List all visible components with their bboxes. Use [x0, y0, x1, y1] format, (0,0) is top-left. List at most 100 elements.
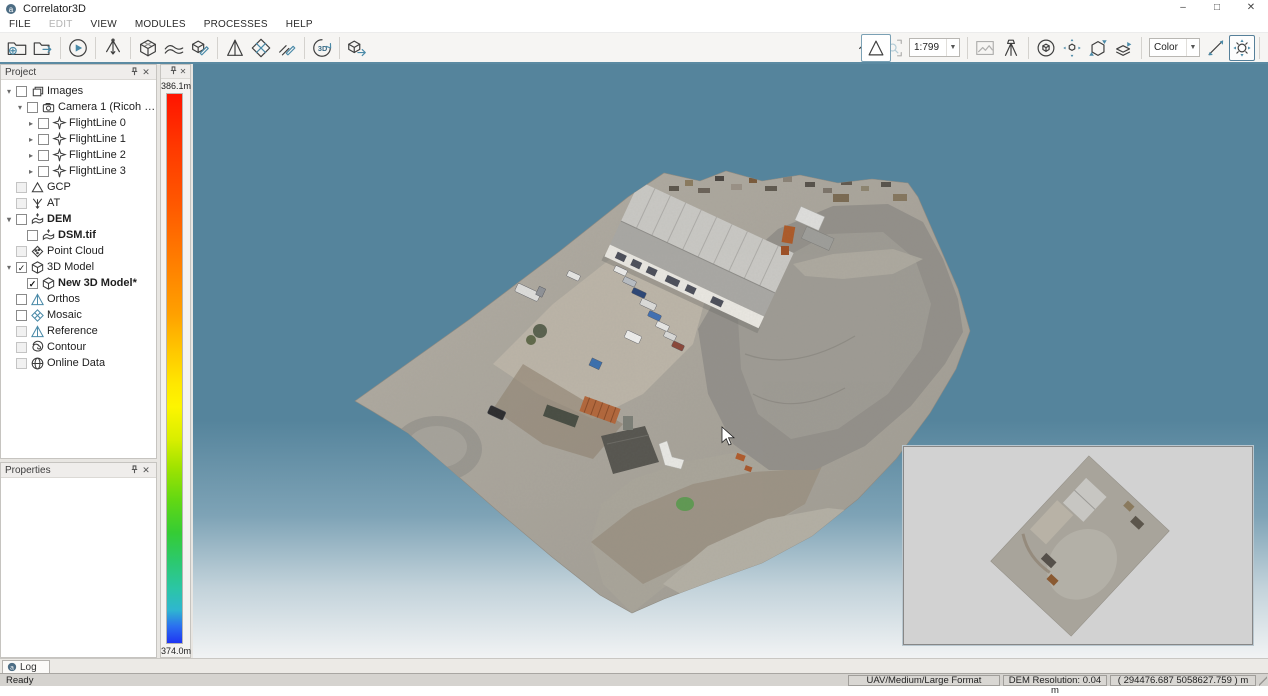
log-tab[interactable]: Log: [2, 660, 50, 674]
checkbox[interactable]: [16, 246, 27, 257]
tree-item-online-data[interactable]: Online Data: [1, 355, 156, 371]
tree-item-gcp[interactable]: GCP: [1, 179, 156, 195]
tree-item-at[interactable]: AT: [1, 195, 156, 211]
checkbox[interactable]: [16, 182, 27, 193]
tree-item-mosaic[interactable]: Mosaic: [1, 307, 156, 323]
tree-item-flightline-1[interactable]: ▸FlightLine 1: [1, 131, 156, 147]
menu-view[interactable]: VIEW: [82, 19, 126, 30]
pan-view-icon: [1061, 37, 1083, 59]
checkbox[interactable]: [38, 118, 49, 129]
expander-icon[interactable]: ▸: [26, 151, 36, 160]
checkbox[interactable]: [16, 310, 27, 321]
menu-file[interactable]: FILE: [0, 19, 40, 30]
scale-select[interactable]: 1:799▼: [909, 38, 960, 57]
orthorectification-button[interactable]: [222, 35, 248, 61]
overview-minimap[interactable]: [903, 446, 1253, 645]
tree-item-reference[interactable]: Reference: [1, 323, 156, 339]
tree-item-flightline-2[interactable]: ▸FlightLine 2: [1, 147, 156, 163]
dem-editing-button[interactable]: [187, 35, 213, 61]
pin-icon[interactable]: [128, 67, 140, 78]
orbit-view-button[interactable]: [1033, 35, 1059, 61]
color-mode-select-value: Color: [1150, 42, 1186, 53]
checkbox[interactable]: [16, 358, 27, 369]
checkbox[interactable]: ✓: [27, 278, 38, 289]
checkbox[interactable]: [16, 198, 27, 209]
menu-edit: EDIT: [40, 19, 82, 30]
lighting-button[interactable]: [1229, 35, 1255, 61]
surface-layers-button[interactable]: [1111, 35, 1137, 61]
properties-panel-title: Properties: [5, 465, 128, 476]
chevron-down-icon[interactable]: ▼: [1186, 39, 1199, 56]
close-panel-icon[interactable]: ✕: [140, 67, 152, 78]
pin-icon[interactable]: [128, 465, 140, 476]
toolbar-separator: [1141, 37, 1142, 59]
menu-modules[interactable]: MODULES: [126, 19, 195, 30]
checkbox[interactable]: [16, 214, 27, 225]
aerial-triangulation-button[interactable]: [100, 35, 126, 61]
dsm-surface-button[interactable]: [161, 35, 187, 61]
run-processing-button[interactable]: [65, 35, 91, 61]
rotate-3d-button[interactable]: [309, 35, 335, 61]
expander-icon[interactable]: ▾: [4, 87, 14, 96]
mosaic-creation-button[interactable]: [248, 35, 274, 61]
close-panel-icon[interactable]: ✕: [178, 67, 188, 76]
checkbox[interactable]: [27, 230, 38, 241]
checkbox[interactable]: [38, 166, 49, 177]
tree-item-point-cloud[interactable]: Point Cloud: [1, 243, 156, 259]
expander-icon[interactable]: ▾: [15, 103, 25, 112]
expander-icon[interactable]: ▾: [4, 215, 14, 224]
tree-item-dem[interactable]: ▾DEM: [1, 211, 156, 227]
tree-item-label: DSM.tif: [58, 229, 96, 241]
status-dem-resolution: DEM Resolution: 0.04 m: [1003, 675, 1107, 686]
flightline-icon: [52, 164, 67, 179]
expander-icon[interactable]: ▾: [4, 263, 14, 272]
toolbar-separator: [1028, 37, 1029, 59]
tree-item-flightline-3[interactable]: ▸FlightLine 3: [1, 163, 156, 179]
checkbox[interactable]: [38, 134, 49, 145]
menu-processes[interactable]: PROCESSES: [195, 19, 277, 30]
menu-help[interactable]: HELP: [277, 19, 322, 30]
checkbox[interactable]: [38, 150, 49, 161]
pan-view-button[interactable]: [1059, 35, 1085, 61]
export-button[interactable]: [344, 35, 370, 61]
tree-item-dsm-tif[interactable]: DSM.tif: [1, 227, 156, 243]
minimize-button[interactable]: –: [1166, 0, 1200, 17]
tree-item-3d-model[interactable]: ▾✓3D Model: [1, 259, 156, 275]
viewport-3d[interactable]: [193, 64, 1268, 658]
checkbox[interactable]: [16, 86, 27, 97]
clip-volume-button[interactable]: [1085, 35, 1111, 61]
expander-icon[interactable]: ▸: [26, 167, 36, 176]
checkbox[interactable]: [16, 294, 27, 305]
orthorectification-icon: [224, 37, 246, 59]
tree-item-contour[interactable]: Contour: [1, 339, 156, 355]
slope-display-button[interactable]: [1203, 35, 1229, 61]
tree-item-orthos[interactable]: Orthos: [1, 291, 156, 307]
status-ready: Ready: [0, 675, 848, 686]
dem-generation-button[interactable]: [135, 35, 161, 61]
delta-triangle-button[interactable]: [861, 34, 891, 62]
open-project-button[interactable]: [30, 35, 56, 61]
expander-icon[interactable]: ▸: [26, 135, 36, 144]
maximize-button[interactable]: □: [1200, 0, 1234, 17]
expander-icon[interactable]: ▸: [26, 119, 36, 128]
tree-item-camera-1-ricoh-gr[interactable]: ▾Camera 1 (Ricoh GR...: [1, 99, 156, 115]
tree-item-flightline-0[interactable]: ▸FlightLine 0: [1, 115, 156, 131]
resize-grip[interactable]: [1259, 675, 1267, 686]
new-project-button[interactable]: [4, 35, 30, 61]
dsm-surface-icon: [163, 37, 185, 59]
title-bar: Correlator3D – □ ✕: [0, 0, 1268, 17]
chevron-down-icon[interactable]: ▼: [946, 39, 959, 56]
checkbox[interactable]: [16, 326, 27, 337]
checkbox[interactable]: [27, 102, 38, 113]
checkbox[interactable]: [16, 342, 27, 353]
show-cameras-button[interactable]: [998, 35, 1024, 61]
close-panel-icon[interactable]: ✕: [140, 465, 152, 476]
mosaic-editing-button[interactable]: [274, 35, 300, 61]
dem-editing-icon: [189, 37, 211, 59]
checkbox[interactable]: ✓: [16, 262, 27, 273]
color-mode-select[interactable]: Color▼: [1149, 38, 1200, 57]
close-button[interactable]: ✕: [1234, 0, 1268, 17]
tree-item-images[interactable]: ▾Images: [1, 83, 156, 99]
tree-item-new-3d-model[interactable]: ✓New 3D Model*: [1, 275, 156, 291]
pin-icon[interactable]: [168, 66, 178, 77]
